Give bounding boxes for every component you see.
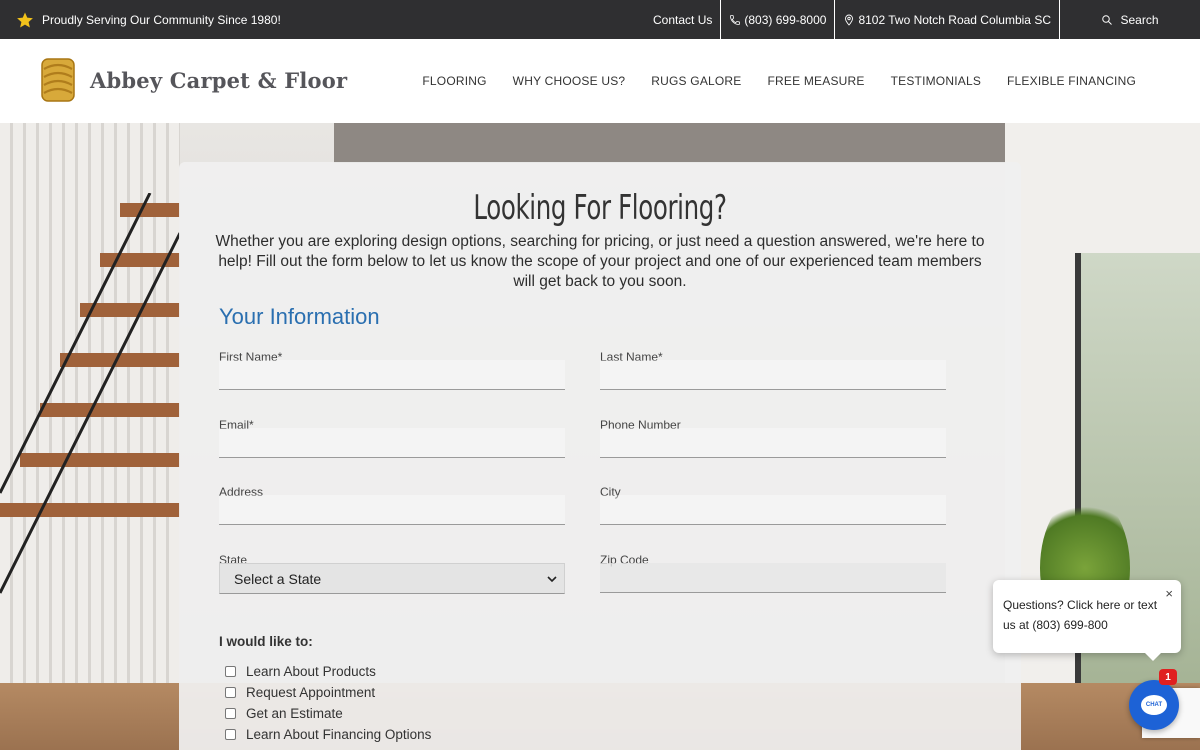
state-select-value: Select a State — [234, 570, 322, 587]
phone-field: Phone Number — [600, 418, 946, 458]
phone-input[interactable] — [600, 428, 946, 458]
promo-banner: Proudly Serving Our Community Since 1980… — [16, 0, 281, 39]
interest-label: Learn About Products — [246, 664, 376, 679]
phone-link[interactable]: (803) 699-8000 — [721, 0, 836, 39]
first-name-field: First Name* — [219, 350, 565, 390]
address-input[interactable] — [219, 495, 565, 525]
site-header: Abbey Carpet & Floor FLOORING WHY CHOOSE… — [0, 39, 1200, 123]
email-field: Email* — [219, 418, 565, 458]
intro-text: Whether you are exploring design options… — [215, 233, 985, 290]
bubble-tail — [1143, 651, 1163, 661]
interest-option[interactable]: Request Appointment — [225, 682, 431, 703]
email-input[interactable] — [219, 428, 565, 458]
city-input[interactable] — [600, 495, 946, 525]
contact-us-label: Contact Us — [653, 12, 713, 27]
brand-name: Abbey Carpet & Floor — [90, 67, 348, 93]
checkbox[interactable] — [225, 708, 236, 719]
nav-rugs-galore[interactable]: RUGS GALORE — [651, 74, 741, 88]
address-text: 8102 Two Notch Road Columbia SC — [858, 12, 1051, 27]
star-icon — [17, 12, 33, 27]
interest-checkboxes: Learn About Products Request Appointment… — [225, 661, 431, 745]
search-icon — [1102, 14, 1113, 25]
checkbox[interactable] — [225, 666, 236, 677]
first-name-input[interactable] — [219, 360, 565, 390]
address-link[interactable]: 8102 Two Notch Road Columbia SC — [835, 0, 1060, 39]
promo-text: Proudly Serving Our Community Since 1980… — [42, 12, 281, 27]
interest-label: Request Appointment — [246, 685, 376, 700]
search-label: Search — [1120, 12, 1159, 27]
chat-icon: CHAT — [1141, 695, 1167, 715]
zip-input[interactable] — [600, 563, 946, 593]
nav-flexible-financing[interactable]: FLEXIBLE FINANCING — [1007, 74, 1136, 88]
contact-us-link[interactable]: Contact Us — [645, 0, 722, 39]
interest-heading: I would like to: — [219, 634, 313, 649]
page-title: Looking For Flooring? — [473, 188, 727, 228]
chevron-down-icon — [547, 576, 557, 583]
last-name-input[interactable] — [600, 360, 946, 390]
checkbox[interactable] — [225, 687, 236, 698]
state-field: State Select a State — [219, 553, 565, 594]
close-icon[interactable]: × — [1165, 584, 1173, 604]
contact-form-panel: Looking For Flooring? Whether you are ex… — [179, 162, 1021, 750]
interest-label: Get an Estimate — [246, 706, 343, 721]
logo-emblem-icon — [41, 58, 75, 102]
nav-testimonials[interactable]: TESTIMONIALS — [891, 74, 981, 88]
nav-why-choose-us[interactable]: WHY CHOOSE US? — [513, 74, 626, 88]
top-links: Contact Us (803) 699-8000 8102 Two Notch… — [645, 0, 1200, 39]
main-nav: FLOORING WHY CHOOSE US? RUGS GALORE FREE… — [422, 39, 1136, 123]
interest-option[interactable]: Learn About Financing Options — [225, 724, 431, 745]
nav-flooring[interactable]: FLOORING — [422, 74, 486, 88]
interest-option[interactable]: Learn About Products — [225, 661, 431, 682]
background-ceiling-beam — [334, 123, 1006, 163]
phone-icon — [730, 14, 741, 25]
state-select[interactable]: Select a State — [219, 563, 565, 594]
nav-free-measure[interactable]: FREE MEASURE — [768, 74, 865, 88]
search-button[interactable]: Search — [1060, 0, 1200, 39]
address-field: Address — [219, 485, 565, 525]
background-staircase — [0, 193, 180, 594]
section-title: Your Information — [219, 304, 380, 329]
interest-label: Learn About Financing Options — [246, 727, 432, 742]
map-pin-icon — [845, 14, 854, 26]
site-logo[interactable]: Abbey Carpet & Floor — [38, 55, 347, 105]
chat-prompt-text: Questions? Click here or text us at (803… — [1003, 598, 1158, 632]
notification-badge: 1 — [1159, 669, 1177, 685]
chat-launcher-button[interactable]: CHAT — [1129, 680, 1179, 730]
chat-prompt-bubble[interactable]: × Questions? Click here or text us at (8… — [993, 580, 1181, 661]
checkbox[interactable] — [225, 729, 236, 740]
last-name-field: Last Name* — [600, 350, 946, 390]
phone-number: (803) 699-8000 — [744, 12, 827, 27]
zip-field: Zip Code — [600, 553, 946, 593]
top-bar: Proudly Serving Our Community Since 1980… — [0, 0, 1200, 39]
interest-option[interactable]: Get an Estimate — [225, 703, 431, 724]
city-field: City — [600, 485, 946, 525]
